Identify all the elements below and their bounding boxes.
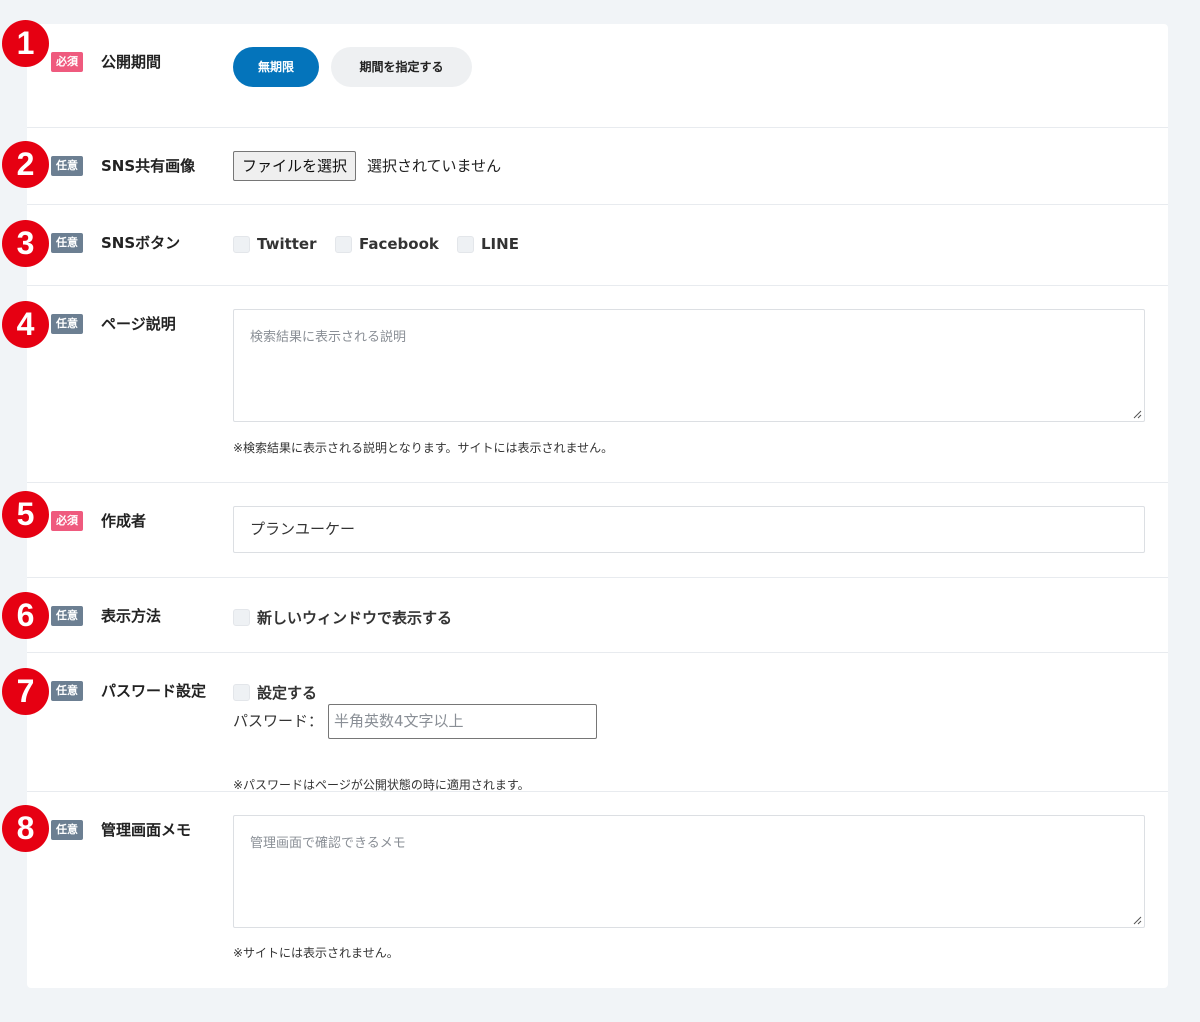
- new-window-label: 新しいウィンドウで表示する: [257, 609, 453, 627]
- file-status-text: 選択されていません: [367, 157, 502, 175]
- step-number-6: 6: [2, 592, 49, 639]
- required-badge: 必須: [51, 52, 83, 72]
- step-number-5: 5: [2, 491, 49, 538]
- description-help: ※検索結果に表示される説明となります。サイトには表示されません。: [233, 441, 614, 455]
- new-window-checkbox[interactable]: [233, 609, 250, 626]
- optional-badge: 任意: [51, 314, 83, 334]
- resize-handle-icon[interactable]: [1132, 915, 1142, 925]
- author-input[interactable]: プランユーケー: [233, 506, 1145, 553]
- field-row-admin-memo: 8 任意 管理画面メモ 管理画面で確認できるメモ ※サイトには表示されません。: [2, 792, 1168, 988]
- step-number-3: 3: [2, 220, 49, 267]
- password-field-label: パスワード：: [233, 712, 324, 730]
- field-label-password: パスワード設定: [101, 682, 207, 700]
- line-label: LINE: [481, 235, 519, 253]
- field-row-display-method: 6 任意 表示方法 新しいウィンドウで表示する: [2, 578, 1168, 653]
- optional-badge: 任意: [51, 233, 83, 253]
- field-label-admin-memo: 管理画面メモ: [101, 821, 192, 839]
- sns-option-twitter[interactable]: Twitter: [233, 235, 317, 253]
- password-toggle[interactable]: 設定する: [233, 682, 317, 703]
- field-row-page-description: 4 任意 ページ説明 検索結果に表示される説明 ※検索結果に表示される説明となり…: [2, 286, 1168, 483]
- twitter-checkbox[interactable]: [233, 235, 250, 253]
- memo-textarea[interactable]: 管理画面で確認できるメモ: [233, 815, 1145, 928]
- sns-option-line[interactable]: LINE: [457, 235, 519, 253]
- password-input[interactable]: 半角英数4文字以上: [328, 704, 597, 739]
- choose-file-button[interactable]: ファイルを選択: [233, 151, 357, 181]
- field-row-publish-period: 1 必須 公開期間 無期限 期間を指定する: [2, 20, 1168, 128]
- step-number-2: 2: [2, 141, 49, 188]
- field-row-sns-image: 2 任意 SNS共有画像 ファイルを選択 選択されていません: [2, 128, 1168, 205]
- sns-option-facebook[interactable]: Facebook: [335, 235, 439, 253]
- password-toggle-label: 設定する: [257, 684, 318, 702]
- memo-placeholder: 管理画面で確認できるメモ: [250, 836, 406, 851]
- field-label-author: 作成者: [101, 512, 147, 530]
- step-number-7: 7: [2, 668, 49, 715]
- password-checkbox[interactable]: [233, 684, 250, 701]
- field-row-password: 7 任意 パスワード設定 設定する パスワード： 半角英数4文字以上 ※パスワー…: [2, 653, 1168, 792]
- field-label-page-description: ページ説明: [101, 315, 176, 333]
- description-textarea[interactable]: 検索結果に表示される説明: [233, 309, 1145, 422]
- facebook-label: Facebook: [359, 235, 439, 253]
- field-label-publish-period: 公開期間: [101, 53, 162, 71]
- description-placeholder: 検索結果に表示される説明: [250, 330, 407, 345]
- specify-period-button[interactable]: 期間を指定する: [331, 47, 472, 87]
- resize-handle-icon[interactable]: [1132, 409, 1142, 419]
- step-number-8: 8: [2, 805, 49, 852]
- facebook-checkbox[interactable]: [335, 235, 352, 253]
- field-label-sns-buttons: SNSボタン: [101, 234, 181, 252]
- unlimited-period-button[interactable]: 無期限: [233, 47, 319, 87]
- optional-badge: 任意: [51, 820, 83, 840]
- field-label-display-method: 表示方法: [101, 607, 162, 625]
- password-help: ※パスワードはページが公開状態の時に適用されます。: [233, 778, 530, 792]
- line-checkbox[interactable]: [457, 235, 474, 253]
- step-number-4: 4: [2, 301, 49, 348]
- required-badge: 必須: [51, 511, 83, 531]
- settings-card: 1 必須 公開期間 無期限 期間を指定する 2 任意 SNS共有画像 ファイルを…: [2, 20, 1168, 988]
- field-row-sns-buttons: 3 任意 SNSボタン Twitter Facebook LINE: [2, 205, 1168, 286]
- twitter-label: Twitter: [257, 235, 317, 253]
- step-number-1: 1: [2, 20, 49, 67]
- memo-help: ※サイトには表示されません。: [233, 946, 399, 960]
- new-window-option[interactable]: 新しいウィンドウで表示する: [233, 607, 452, 628]
- optional-badge: 任意: [51, 606, 83, 626]
- field-label-sns-image: SNS共有画像: [101, 157, 196, 175]
- field-row-author: 5 必須 作成者 プランユーケー: [2, 483, 1168, 578]
- optional-badge: 任意: [51, 156, 83, 176]
